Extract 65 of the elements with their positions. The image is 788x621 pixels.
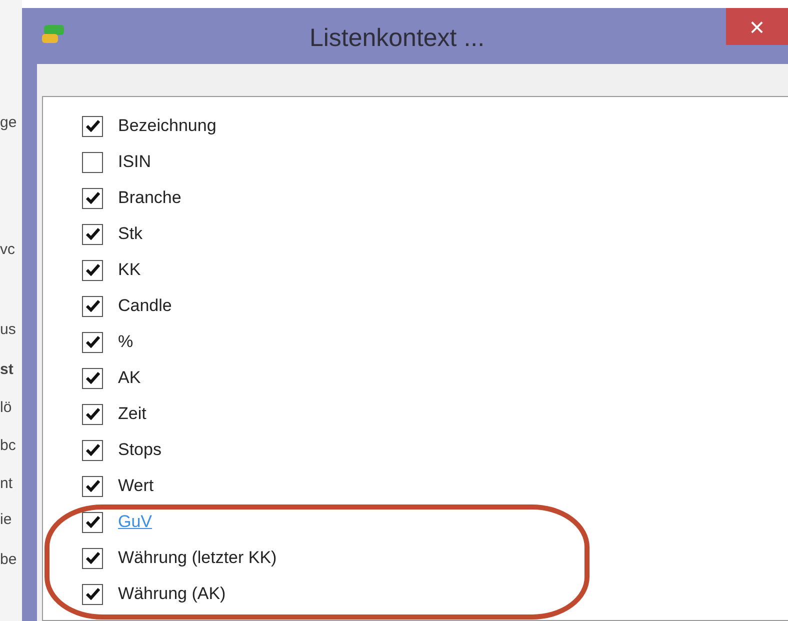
window-title: Listenkontext ... xyxy=(308,23,486,54)
item-label: Währung (letzter KK) xyxy=(118,547,277,570)
item-label: Stk xyxy=(118,223,143,246)
item-label: Währung (AK) xyxy=(118,583,226,606)
checkbox[interactable] xyxy=(82,440,103,460)
checkbox[interactable] xyxy=(82,404,103,424)
background-text: ie xyxy=(0,510,13,530)
item-label: Stops xyxy=(118,439,162,462)
check-icon xyxy=(86,372,100,384)
background-text: lö xyxy=(0,398,13,418)
check-icon xyxy=(86,300,100,312)
item-label: Branche xyxy=(118,187,182,210)
checkbox[interactable] xyxy=(82,332,103,352)
checkbox[interactable] xyxy=(82,260,103,280)
checkbox-item[interactable]: Wert xyxy=(82,468,154,504)
checkbox[interactable] xyxy=(82,512,103,532)
background-text: nt xyxy=(0,474,14,494)
item-label: GuV xyxy=(118,511,152,534)
item-label: Bezeichnung xyxy=(118,115,216,138)
item-label: ISIN xyxy=(118,151,152,174)
background-text: st xyxy=(0,360,14,380)
checkbox[interactable] xyxy=(82,584,103,604)
checkbox[interactable] xyxy=(82,296,103,316)
item-label: % xyxy=(118,331,134,354)
item-label: Candle xyxy=(118,295,172,318)
checkbox[interactable] xyxy=(82,152,103,172)
checkbox-item[interactable]: KK xyxy=(82,252,141,288)
item-label: Zeit xyxy=(118,403,146,426)
check-icon xyxy=(86,120,100,132)
check-icon xyxy=(86,444,100,456)
checkbox-item[interactable]: Stk xyxy=(82,216,143,252)
checkbox-item[interactable]: % xyxy=(82,324,134,360)
checkbox-item[interactable]: Candle xyxy=(82,288,172,324)
checkbox-item[interactable]: AK xyxy=(82,360,141,396)
checkbox-item[interactable]: Branche xyxy=(82,180,182,216)
item-label: AK xyxy=(118,367,141,390)
check-icon xyxy=(86,552,100,564)
checkbox[interactable] xyxy=(82,224,103,244)
checkbox[interactable] xyxy=(82,368,103,388)
checkbox-item[interactable]: ISIN xyxy=(82,144,152,180)
check-icon xyxy=(86,588,100,600)
checkbox[interactable] xyxy=(82,476,103,496)
checkbox-item[interactable]: Währung (letzter KK) xyxy=(82,540,277,576)
checkbox[interactable] xyxy=(82,188,103,208)
checkbox-item[interactable]: Bezeichnung xyxy=(82,108,216,144)
background-text: us xyxy=(0,320,17,340)
background-text: ge xyxy=(0,113,18,133)
check-icon xyxy=(86,228,100,240)
checkbox[interactable] xyxy=(82,116,103,136)
check-icon xyxy=(86,480,100,492)
background-text: be xyxy=(0,550,18,570)
check-icon xyxy=(86,516,100,528)
check-icon xyxy=(86,336,100,348)
check-icon xyxy=(86,408,100,420)
checkbox-item[interactable]: Stops xyxy=(82,432,162,468)
check-icon xyxy=(86,192,100,204)
background-text: bc xyxy=(0,436,17,456)
item-label: KK xyxy=(118,259,141,282)
close-button[interactable]: × xyxy=(726,8,788,45)
background-text: vc xyxy=(0,240,16,260)
item-label: Wert xyxy=(118,475,154,498)
check-icon xyxy=(86,264,100,276)
checkbox-item[interactable]: Zeit xyxy=(82,396,146,432)
checkbox-item[interactable]: Währung (AK) xyxy=(82,576,226,612)
checkbox[interactable] xyxy=(82,548,103,568)
